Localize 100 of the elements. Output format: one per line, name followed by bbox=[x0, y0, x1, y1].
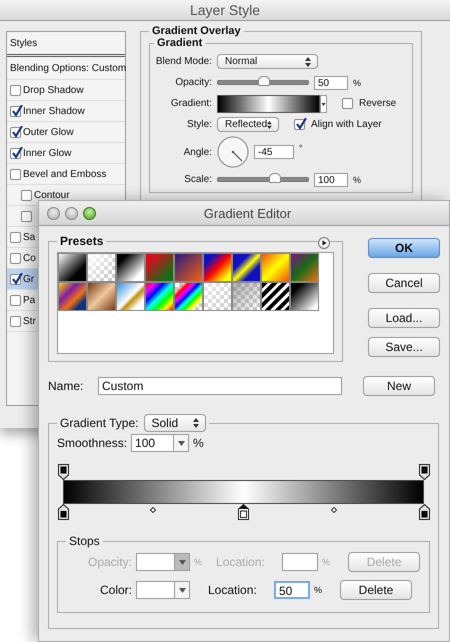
gradient-swatch[interactable] bbox=[290, 282, 319, 311]
gradient-swatch[interactable] bbox=[145, 253, 174, 282]
checkbox[interactable] bbox=[342, 98, 353, 109]
field-label: Gradient: bbox=[170, 98, 212, 109]
gradient-swatch[interactable] bbox=[290, 253, 319, 282]
color-stop[interactable] bbox=[58, 504, 68, 520]
field-label: Scale: bbox=[183, 174, 212, 185]
close-button[interactable] bbox=[47, 206, 60, 220]
minimize-button[interactable] bbox=[65, 206, 78, 220]
gradient-swatch[interactable] bbox=[232, 282, 261, 311]
checkbox[interactable] bbox=[10, 126, 21, 138]
checkbox[interactable] bbox=[21, 190, 32, 200]
group-title: Presets bbox=[59, 234, 104, 248]
gradient-bar[interactable] bbox=[63, 480, 424, 504]
gradient-swatch[interactable] bbox=[87, 282, 116, 311]
checkbox-label: Reverse bbox=[359, 98, 396, 109]
list-item-label: Bevel and Emboss bbox=[23, 168, 106, 180]
checkbox[interactable] bbox=[10, 232, 21, 242]
gradient-swatch[interactable] bbox=[261, 253, 290, 282]
updown-icon bbox=[267, 120, 272, 130]
field-label: Gradient Type: bbox=[60, 416, 138, 430]
gradient-type-select[interactable]: Solid bbox=[144, 414, 206, 432]
style-select[interactable]: Reflected bbox=[217, 117, 279, 132]
gradient-swatch[interactable] bbox=[116, 253, 145, 282]
list-item-label: Inner Glow bbox=[23, 148, 72, 158]
field-label: Style: bbox=[186, 119, 212, 130]
checkbox[interactable] bbox=[10, 294, 21, 306]
list-item[interactable]: Bevel and Emboss bbox=[7, 164, 125, 185]
gradient-swatch[interactable] bbox=[145, 282, 174, 311]
checkbox[interactable] bbox=[10, 148, 21, 158]
checkmark-icon bbox=[11, 126, 23, 138]
checkbox[interactable] bbox=[21, 210, 32, 222]
angle-field[interactable]: -45 bbox=[254, 145, 294, 159]
gradient-swatch[interactable] bbox=[58, 253, 87, 282]
smoothness-field[interactable]: 100 bbox=[131, 434, 190, 452]
location-field[interactable]: 50 bbox=[274, 581, 310, 599]
gradient-swatch[interactable] bbox=[87, 253, 116, 282]
checkbox[interactable] bbox=[10, 106, 21, 116]
field-label: Name: bbox=[48, 379, 84, 393]
dropdown-icon bbox=[178, 440, 185, 446]
checkbox[interactable] bbox=[294, 119, 305, 130]
opacity-stop[interactable] bbox=[58, 464, 68, 480]
checkbox[interactable] bbox=[10, 252, 21, 264]
color-stop[interactable] bbox=[418, 504, 430, 520]
gradient-swatch[interactable] bbox=[261, 282, 290, 311]
delete-button[interactable]: Delete bbox=[340, 580, 412, 600]
gradient-swatch[interactable] bbox=[174, 253, 203, 282]
field-label: Location: bbox=[216, 555, 266, 569]
blend-mode-select[interactable]: Normal bbox=[217, 54, 318, 69]
midpoint-marker[interactable] bbox=[330, 507, 337, 513]
list-item[interactable]: Outer Glow bbox=[7, 122, 125, 143]
color-field[interactable] bbox=[136, 581, 190, 599]
unit-label: % bbox=[314, 585, 322, 595]
number-field[interactable]: 50 bbox=[314, 76, 348, 90]
field-label: Opacity: bbox=[86, 555, 132, 569]
gradient-swatch[interactable] bbox=[116, 282, 145, 311]
checkmark-icon bbox=[11, 146, 23, 158]
angle-dial[interactable] bbox=[217, 136, 249, 168]
dialog-button[interactable]: OK bbox=[368, 238, 440, 258]
list-item[interactable]: Inner Shadow bbox=[7, 101, 125, 122]
gradient-swatch[interactable] bbox=[174, 282, 203, 311]
slider-thumb[interactable] bbox=[258, 76, 270, 86]
dropdown-icon bbox=[178, 560, 186, 564]
gradient-swatch[interactable] bbox=[203, 253, 232, 282]
gradient-swatch[interactable] bbox=[203, 282, 232, 311]
list-item[interactable]: Blending Options: Custom bbox=[7, 57, 125, 80]
dropdown-icon bbox=[178, 588, 186, 592]
opacity-stop[interactable] bbox=[418, 464, 430, 480]
list-item-label: Co bbox=[23, 252, 36, 264]
dropdown-icon[interactable] bbox=[320, 94, 327, 112]
unit-label: ° bbox=[299, 143, 303, 153]
color-stop[interactable] bbox=[238, 504, 249, 520]
checkbox[interactable] bbox=[10, 274, 21, 284]
unit-label: % bbox=[353, 78, 362, 88]
dialog-button[interactable]: Load... bbox=[368, 308, 440, 328]
checkbox[interactable] bbox=[10, 168, 21, 180]
slider-thumb[interactable] bbox=[268, 173, 281, 183]
gradient-preview[interactable] bbox=[217, 94, 320, 112]
gradient-swatch[interactable] bbox=[232, 253, 261, 282]
group-title: Stops bbox=[68, 534, 101, 548]
midpoint-marker[interactable] bbox=[150, 507, 156, 513]
checkmark-icon bbox=[11, 272, 23, 284]
checkbox[interactable] bbox=[10, 84, 21, 96]
number-field[interactable]: 100 bbox=[314, 172, 348, 186]
zoom-button[interactable] bbox=[83, 206, 96, 220]
dialog-button[interactable]: Cancel bbox=[368, 273, 440, 293]
name-field[interactable]: Custom bbox=[98, 377, 342, 395]
flyout-menu-icon[interactable] bbox=[318, 237, 330, 249]
list-item[interactable]: Drop Shadow bbox=[7, 80, 125, 101]
checkbox[interactable] bbox=[10, 316, 21, 326]
list-item[interactable]: Inner Glow bbox=[7, 143, 125, 164]
group-title: Gradient Overlay bbox=[151, 25, 242, 37]
field-label: Angle: bbox=[182, 146, 212, 158]
window-title: Layer Style bbox=[0, 0, 450, 21]
list-item[interactable]: Styles bbox=[7, 32, 125, 57]
list-item-label: Inner Shadow bbox=[23, 106, 85, 116]
gradient-swatch[interactable] bbox=[58, 282, 87, 311]
new-button[interactable]: New bbox=[363, 376, 435, 396]
location-field bbox=[282, 553, 318, 571]
dialog-button[interactable]: Save... bbox=[368, 337, 440, 357]
